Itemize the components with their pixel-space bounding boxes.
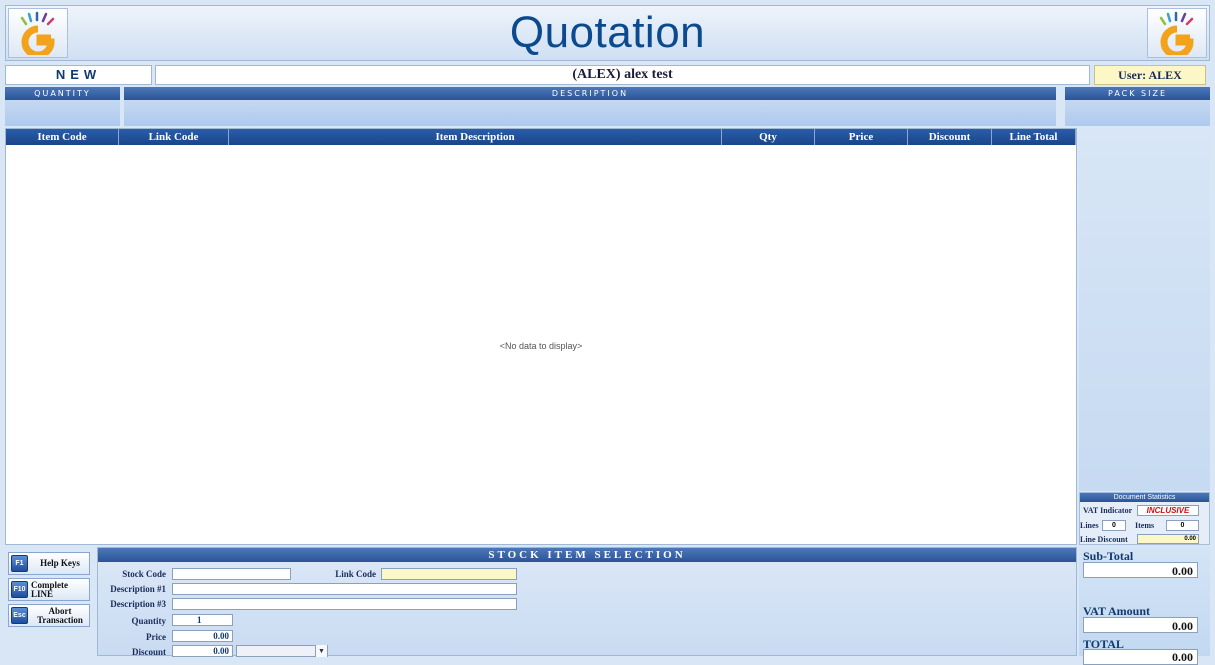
items-value: 0 <box>1166 520 1199 531</box>
grid-header: Item Code Link Code Item Description Qty… <box>6 129 1076 145</box>
subtotal-value: 0.00 <box>1083 562 1198 578</box>
document-statistics: Document Statistics VAT Indicator INCLUS… <box>1079 492 1210 545</box>
empty-grid-message: <No data to display> <box>499 341 583 351</box>
description-entry[interactable] <box>124 100 1056 126</box>
company-logo-right <box>1147 8 1207 58</box>
abort-transaction-label: Abort Transaction <box>37 605 83 625</box>
page-title: Quotation <box>509 8 706 57</box>
description-1-input[interactable] <box>172 583 517 595</box>
side-panel <box>1079 128 1210 491</box>
abort-transaction-button[interactable]: Esc Abort Transaction <box>8 604 90 627</box>
line-items-grid[interactable]: Item Code Link Code Item Description Qty… <box>5 128 1077 545</box>
pack-size-header: PACK SIZE <box>1065 87 1210 100</box>
quantity-entry[interactable] <box>5 100 120 126</box>
f1-key-icon: F1 <box>11 555 28 572</box>
logo-icon <box>1159 11 1194 55</box>
line-discount-value: 0.00 <box>1137 534 1199 544</box>
price-label: Price <box>146 632 166 642</box>
column-qty[interactable]: Qty <box>722 129 815 145</box>
column-item-code[interactable]: Item Code <box>6 129 119 145</box>
total-value: 0.00 <box>1083 649 1198 665</box>
complete-line-button[interactable]: F10 Complete LINE <box>8 578 90 601</box>
price-input[interactable]: 0.00 <box>172 630 233 642</box>
quantity-header: QUANTITY <box>5 87 120 100</box>
stock-code-input[interactable] <box>172 568 291 580</box>
line-discount-label: Line Discount <box>1080 535 1128 544</box>
totals-panel: Sub-Total 0.00 VAT Amount 0.00 TOTAL 0.0… <box>1079 547 1210 665</box>
vat-indicator-label: VAT Indicator <box>1083 506 1133 515</box>
discount-type-select[interactable]: ▼ <box>236 645 328 657</box>
help-keys-label: Help Keys <box>40 558 80 568</box>
stock-code-label: Stock Code <box>122 569 166 579</box>
help-keys-button[interactable]: F1 Help Keys <box>8 552 90 575</box>
document-status: NEW <box>5 65 152 85</box>
description-3-input[interactable] <box>172 598 517 610</box>
stock-item-selection: STOCK ITEM SELECTION Stock Code Link Cod… <box>97 547 1077 657</box>
column-item-description[interactable]: Item Description <box>229 129 722 145</box>
f10-key-icon: F10 <box>11 581 28 598</box>
client-name[interactable]: (ALEX) alex test <box>155 65 1090 85</box>
chevron-down-icon[interactable]: ▼ <box>315 645 327 657</box>
title-bar: Quotation <box>5 5 1210 61</box>
esc-key-icon: Esc <box>11 607 28 624</box>
items-label: Items <box>1135 521 1155 530</box>
column-line-total[interactable]: Line Total <box>992 129 1076 145</box>
column-link-code[interactable]: Link Code <box>119 129 229 145</box>
lines-value: 0 <box>1102 520 1126 531</box>
lines-label: Lines <box>1080 521 1099 530</box>
vat-indicator-value: INCLUSIVE <box>1137 505 1199 516</box>
pack-size-entry[interactable] <box>1065 100 1210 126</box>
link-code-input[interactable] <box>381 568 517 580</box>
vat-amount-value: 0.00 <box>1083 617 1198 633</box>
quantity-label: Quantity <box>131 616 166 626</box>
description-3-label: Description #3 <box>110 599 166 609</box>
discount-input[interactable]: 0.00 <box>172 645 233 657</box>
link-code-label: Link Code <box>335 569 376 579</box>
selection-title: STOCK ITEM SELECTION <box>98 548 1076 562</box>
quantity-input[interactable]: 1 <box>172 614 233 626</box>
column-price[interactable]: Price <box>815 129 908 145</box>
complete-line-label: Complete LINE <box>31 579 68 599</box>
column-discount[interactable]: Discount <box>908 129 992 145</box>
description-header: DESCRIPTION <box>124 87 1056 100</box>
statistics-title: Document Statistics <box>1080 493 1209 502</box>
current-user: User: ALEX <box>1094 65 1206 85</box>
description-1-label: Description #1 <box>110 584 166 594</box>
